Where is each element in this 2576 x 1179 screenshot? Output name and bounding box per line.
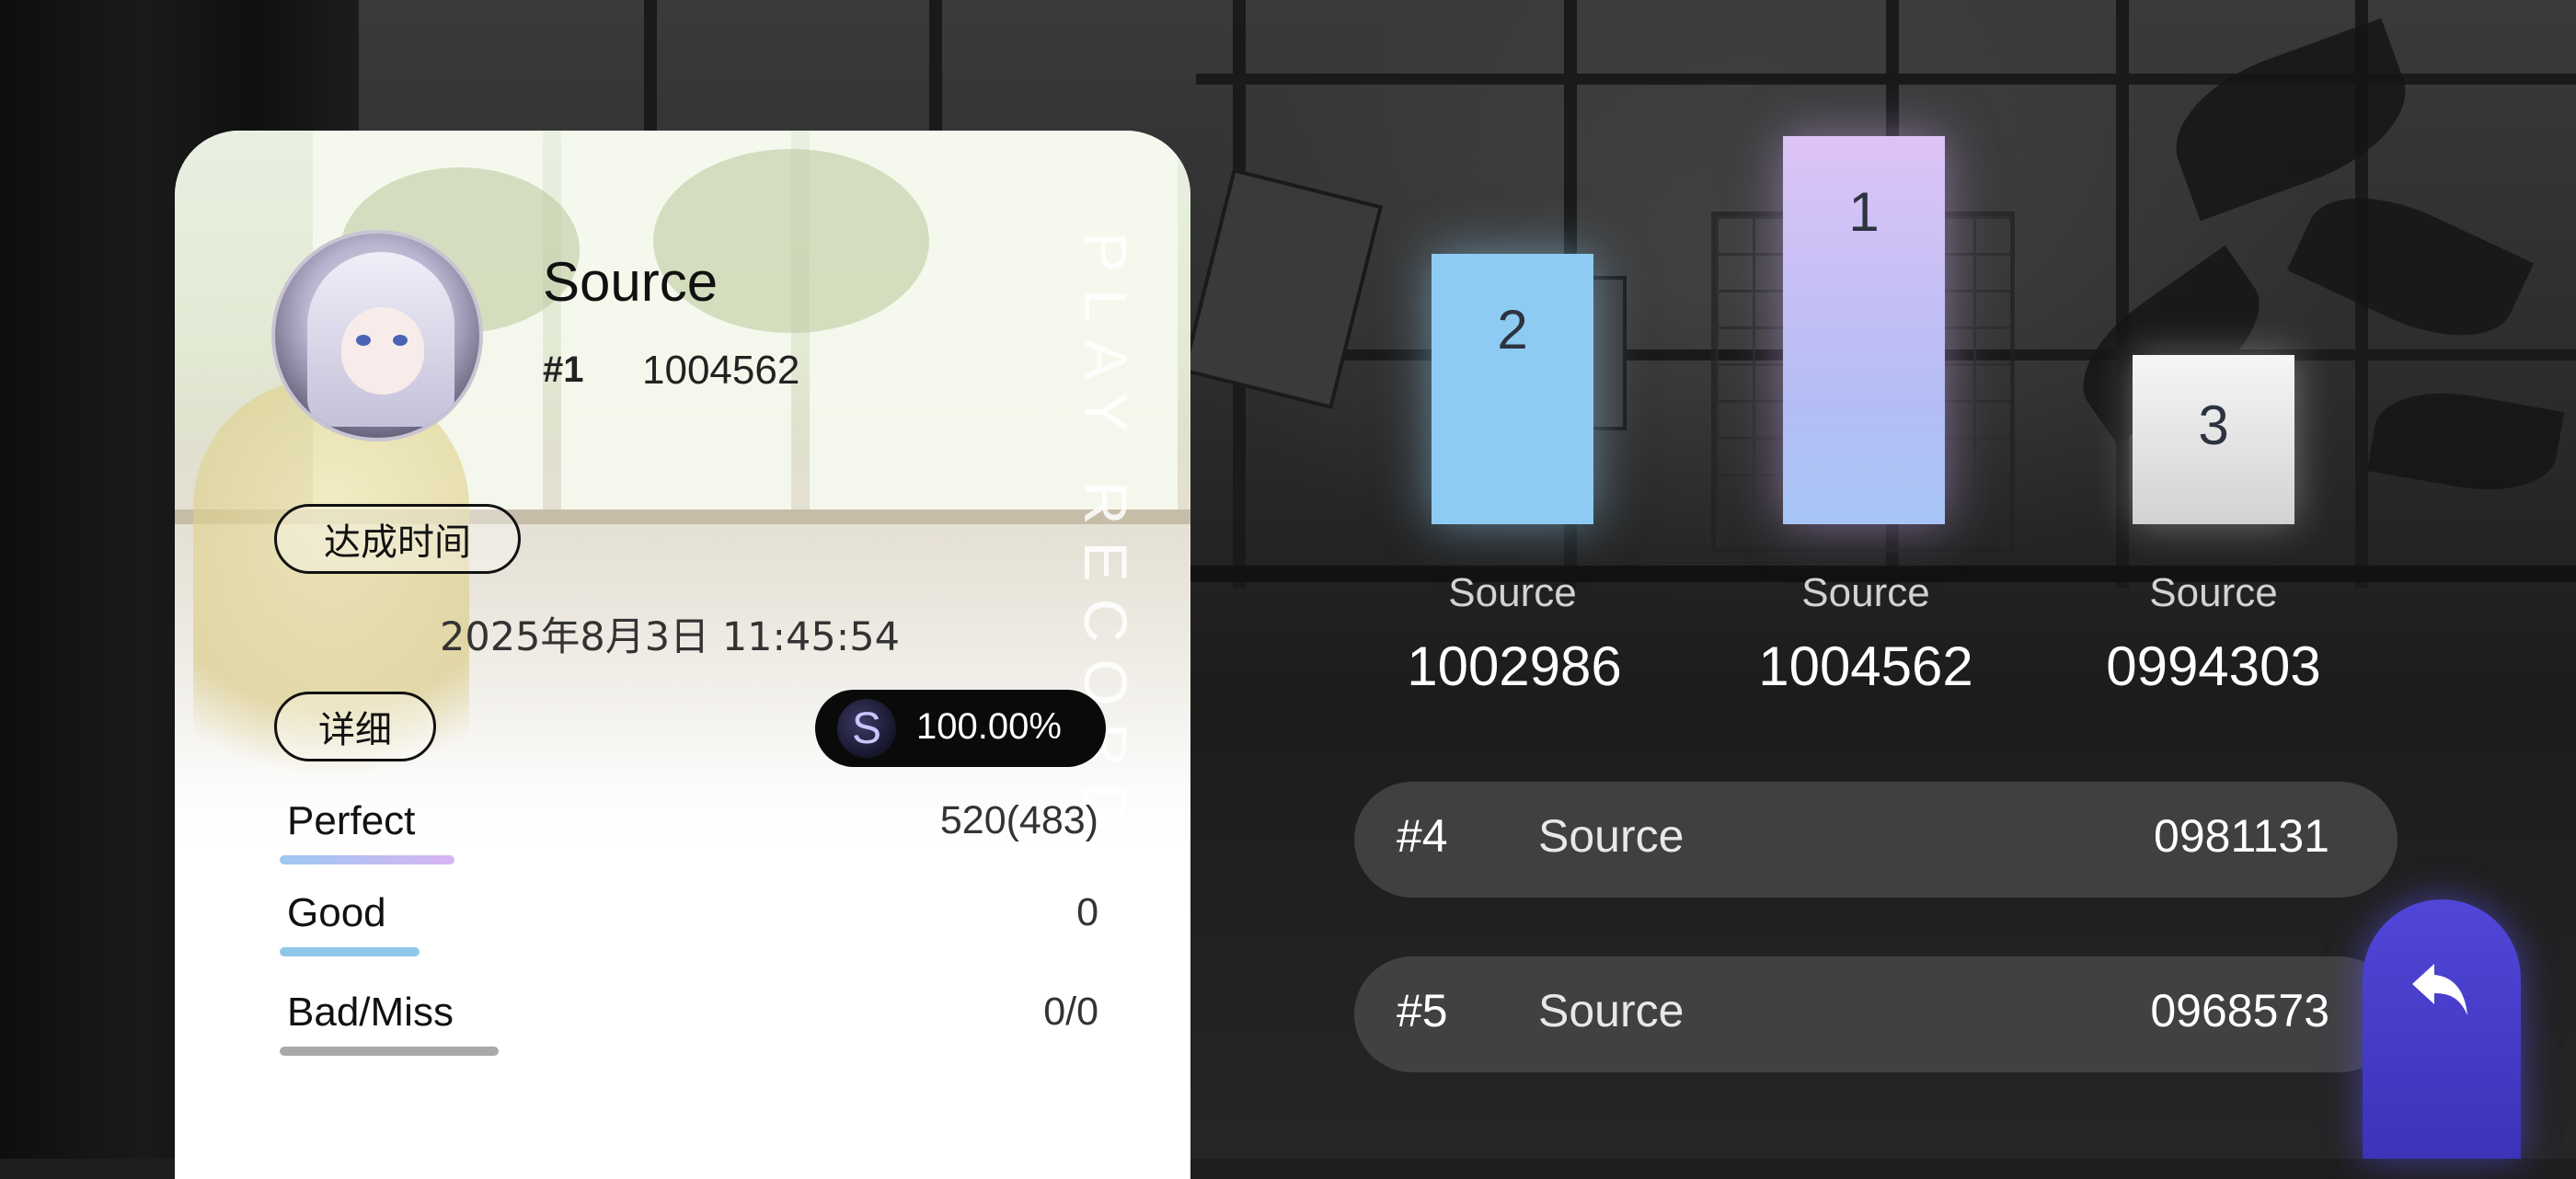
plant-leaf (2156, 17, 2426, 222)
bad-miss-value: 0/0 (1043, 990, 1098, 1034)
play-record-card: PLAY RECORD Source #1 1004562 达成时间 2025年… (175, 131, 1190, 1179)
back-button[interactable] (2363, 899, 2521, 1159)
grade-s-icon: S (837, 699, 896, 758)
grade-badge: S 100.00% (815, 690, 1106, 767)
good-label: Good (287, 890, 386, 935)
podium-score-1: 1004562 (1758, 635, 1973, 697)
player-name: Source (543, 251, 719, 313)
back-arrow-icon (2412, 964, 2467, 1015)
perfect-label: Perfect (287, 798, 416, 843)
podium-score-2: 1002986 (1407, 635, 1622, 697)
bad-miss-bar (280, 1047, 499, 1056)
leaderboard-score: 0981131 (2154, 810, 2329, 862)
podium-rank-3: 3 (2198, 395, 2229, 456)
leaderboard-row[interactable]: #5 Source 0968573 (1354, 956, 2398, 1072)
podium-name-3: Source (2149, 570, 2278, 615)
plant-leaf (2366, 380, 2565, 503)
podium-rank-2: 2 (1497, 299, 1528, 361)
player-rank: #1 (543, 349, 584, 390)
accuracy-value: 100.00% (916, 706, 1062, 747)
window-frame (2116, 0, 2129, 589)
bad-miss-label: Bad/Miss (287, 990, 454, 1035)
player-score: 1004562 (642, 348, 800, 393)
avatar (271, 230, 483, 441)
leaderboard-name: Source (1538, 985, 1685, 1036)
perfect-value: 520(483) (939, 798, 1098, 842)
podium-name-1: Source (1801, 570, 1930, 615)
leaderboard-score: 0968573 (2150, 985, 2329, 1036)
leaderboard-row[interactable]: #4 Source 0981131 (1354, 782, 2398, 898)
achieve-time-value: 2025年8月3日 11:45:54 (440, 614, 900, 660)
good-value: 0 (1076, 890, 1098, 934)
achieve-time-label: 达成时间 (274, 504, 521, 574)
plant-leaf (2286, 169, 2535, 364)
good-bar (280, 947, 420, 956)
podium-name-2: Source (1448, 570, 1577, 615)
leaderboard-name: Source (1538, 810, 1685, 862)
leaderboard-rank: #5 (1397, 985, 1448, 1036)
perfect-bar (280, 855, 454, 864)
detail-label: 详细 (274, 692, 436, 761)
podium-bar-2: 2 (1432, 254, 1593, 524)
leaderboard-rank: #4 (1397, 810, 1448, 862)
podium-score-3: 0994303 (2106, 635, 2321, 697)
podium-bar-1: 1 (1783, 136, 1945, 524)
hanging-frame (1181, 168, 1384, 409)
podium-rank-1: 1 (1848, 181, 1880, 243)
podium-bar-3: 3 (2133, 355, 2294, 524)
